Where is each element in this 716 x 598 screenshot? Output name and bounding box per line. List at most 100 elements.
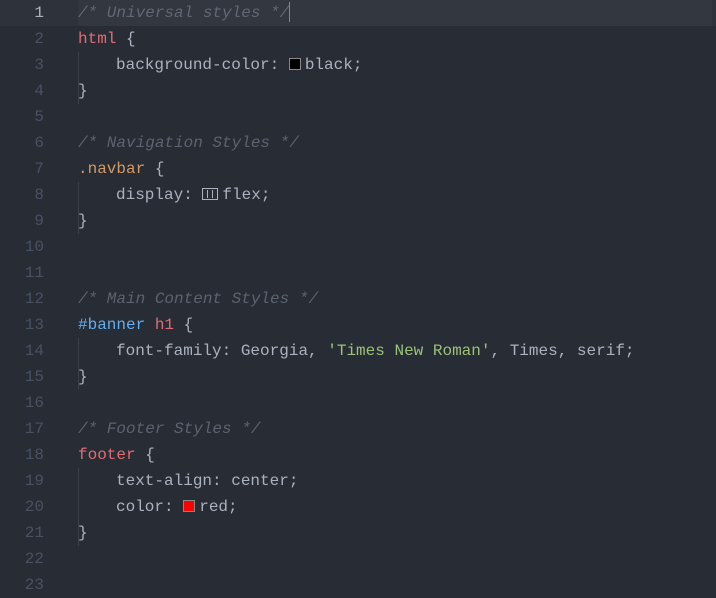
line-number: 14	[0, 338, 44, 364]
indent-guide	[78, 182, 79, 208]
code-line[interactable]: background-color: black;	[78, 52, 712, 78]
code-line[interactable]	[78, 390, 712, 416]
code-line[interactable]	[78, 104, 712, 130]
token-punc: :	[212, 472, 231, 490]
token-comment: /* Main Content Styles */	[78, 290, 318, 308]
line-number: 5	[0, 104, 44, 130]
token-id: #banner	[78, 316, 145, 334]
token-value: Times	[510, 342, 558, 360]
token-punc: ;	[625, 342, 635, 360]
code-line[interactable]: font-family: Georgia, 'Times New Roman',…	[78, 338, 712, 364]
line-number: 18	[0, 442, 44, 468]
code-line[interactable]: /* Universal styles */	[78, 0, 712, 26]
indent-guide	[78, 208, 79, 234]
line-number: 19	[0, 468, 44, 494]
line-number: 15	[0, 364, 44, 390]
line-number: 23	[0, 572, 44, 598]
line-number: 11	[0, 260, 44, 286]
token-punc: ,	[558, 342, 577, 360]
token-punc: ;	[289, 472, 299, 490]
token-tag: h1	[155, 316, 174, 334]
token-brace: {	[184, 316, 194, 334]
code-line[interactable]	[78, 234, 712, 260]
code-line[interactable]: }	[78, 208, 712, 234]
token-comment: /* Universal styles */	[78, 4, 289, 22]
text-cursor	[289, 2, 290, 22]
token-punc: ;	[261, 186, 271, 204]
token-comment: /* Footer Styles */	[78, 420, 260, 438]
token-value: flex	[222, 186, 260, 204]
indent-guide	[78, 494, 79, 520]
token-tag: footer	[78, 446, 136, 464]
code-line[interactable]: }	[78, 364, 712, 390]
code-line[interactable]	[78, 572, 712, 598]
code-line[interactable]	[78, 546, 712, 572]
token-prop: background-color	[116, 56, 270, 74]
token-brace: }	[78, 368, 88, 386]
token-value: serif	[577, 342, 625, 360]
line-number: 3	[0, 52, 44, 78]
indent-guide	[78, 78, 79, 104]
token-tag: html	[78, 30, 116, 48]
line-number: 6	[0, 130, 44, 156]
line-number: 9	[0, 208, 44, 234]
line-number: 2	[0, 26, 44, 52]
token-punc	[116, 30, 126, 48]
line-number: 1	[0, 0, 44, 26]
token-value: black	[305, 56, 353, 74]
token-punc: ;	[228, 498, 238, 516]
code-line[interactable]: color: red;	[78, 494, 712, 520]
code-line[interactable]: /* Main Content Styles */	[78, 286, 712, 312]
token-value: center	[231, 472, 289, 490]
token-string: 'Times New Roman'	[327, 342, 490, 360]
token-brace: {	[126, 30, 136, 48]
token-brace: {	[145, 446, 155, 464]
code-line[interactable]: /* Navigation Styles */	[78, 130, 712, 156]
line-number: 10	[0, 234, 44, 260]
token-punc	[174, 316, 184, 334]
line-number-gutter: 1234567891011121314151617181920212223	[0, 0, 62, 594]
code-line[interactable]: /* Footer Styles */	[78, 416, 712, 442]
token-punc: :	[164, 498, 183, 516]
code-line[interactable]: display: flex;	[78, 182, 712, 208]
line-number: 8	[0, 182, 44, 208]
token-prop: color	[116, 498, 164, 516]
indent-guide	[78, 520, 79, 546]
code-line[interactable]: text-align: center;	[78, 468, 712, 494]
flex-layout-icon	[202, 188, 218, 200]
token-comment: /* Navigation Styles */	[78, 134, 299, 152]
indent-guide	[78, 338, 79, 364]
color-swatch-icon	[183, 500, 195, 512]
token-value: Georgia	[241, 342, 308, 360]
line-number: 16	[0, 390, 44, 416]
line-number: 12	[0, 286, 44, 312]
line-number: 22	[0, 546, 44, 572]
token-brace: }	[78, 82, 88, 100]
token-class: .navbar	[78, 160, 145, 178]
line-number: 4	[0, 78, 44, 104]
code-editor[interactable]: 1234567891011121314151617181920212223 /*…	[0, 0, 716, 594]
code-line[interactable]: .navbar {	[78, 156, 712, 182]
color-swatch-icon	[289, 58, 301, 70]
code-line[interactable]: footer {	[78, 442, 712, 468]
token-brace: }	[78, 212, 88, 230]
token-punc	[145, 316, 155, 334]
code-line[interactable]: html {	[78, 26, 712, 52]
token-punc: :	[222, 342, 241, 360]
indent-guide	[78, 468, 79, 494]
token-punc	[136, 446, 146, 464]
code-line[interactable]	[78, 260, 712, 286]
code-line[interactable]: }	[78, 78, 712, 104]
token-punc: :	[183, 186, 202, 204]
token-value: red	[199, 498, 228, 516]
line-number: 13	[0, 312, 44, 338]
code-area[interactable]: /* Universal styles */html {background-c…	[62, 0, 716, 594]
code-line[interactable]: #banner h1 {	[78, 312, 712, 338]
token-punc: ;	[353, 56, 363, 74]
code-line[interactable]: }	[78, 520, 712, 546]
token-prop: display	[116, 186, 183, 204]
token-punc: :	[270, 56, 289, 74]
indent-guide	[78, 52, 79, 78]
token-prop: text-align	[116, 472, 212, 490]
line-number: 21	[0, 520, 44, 546]
